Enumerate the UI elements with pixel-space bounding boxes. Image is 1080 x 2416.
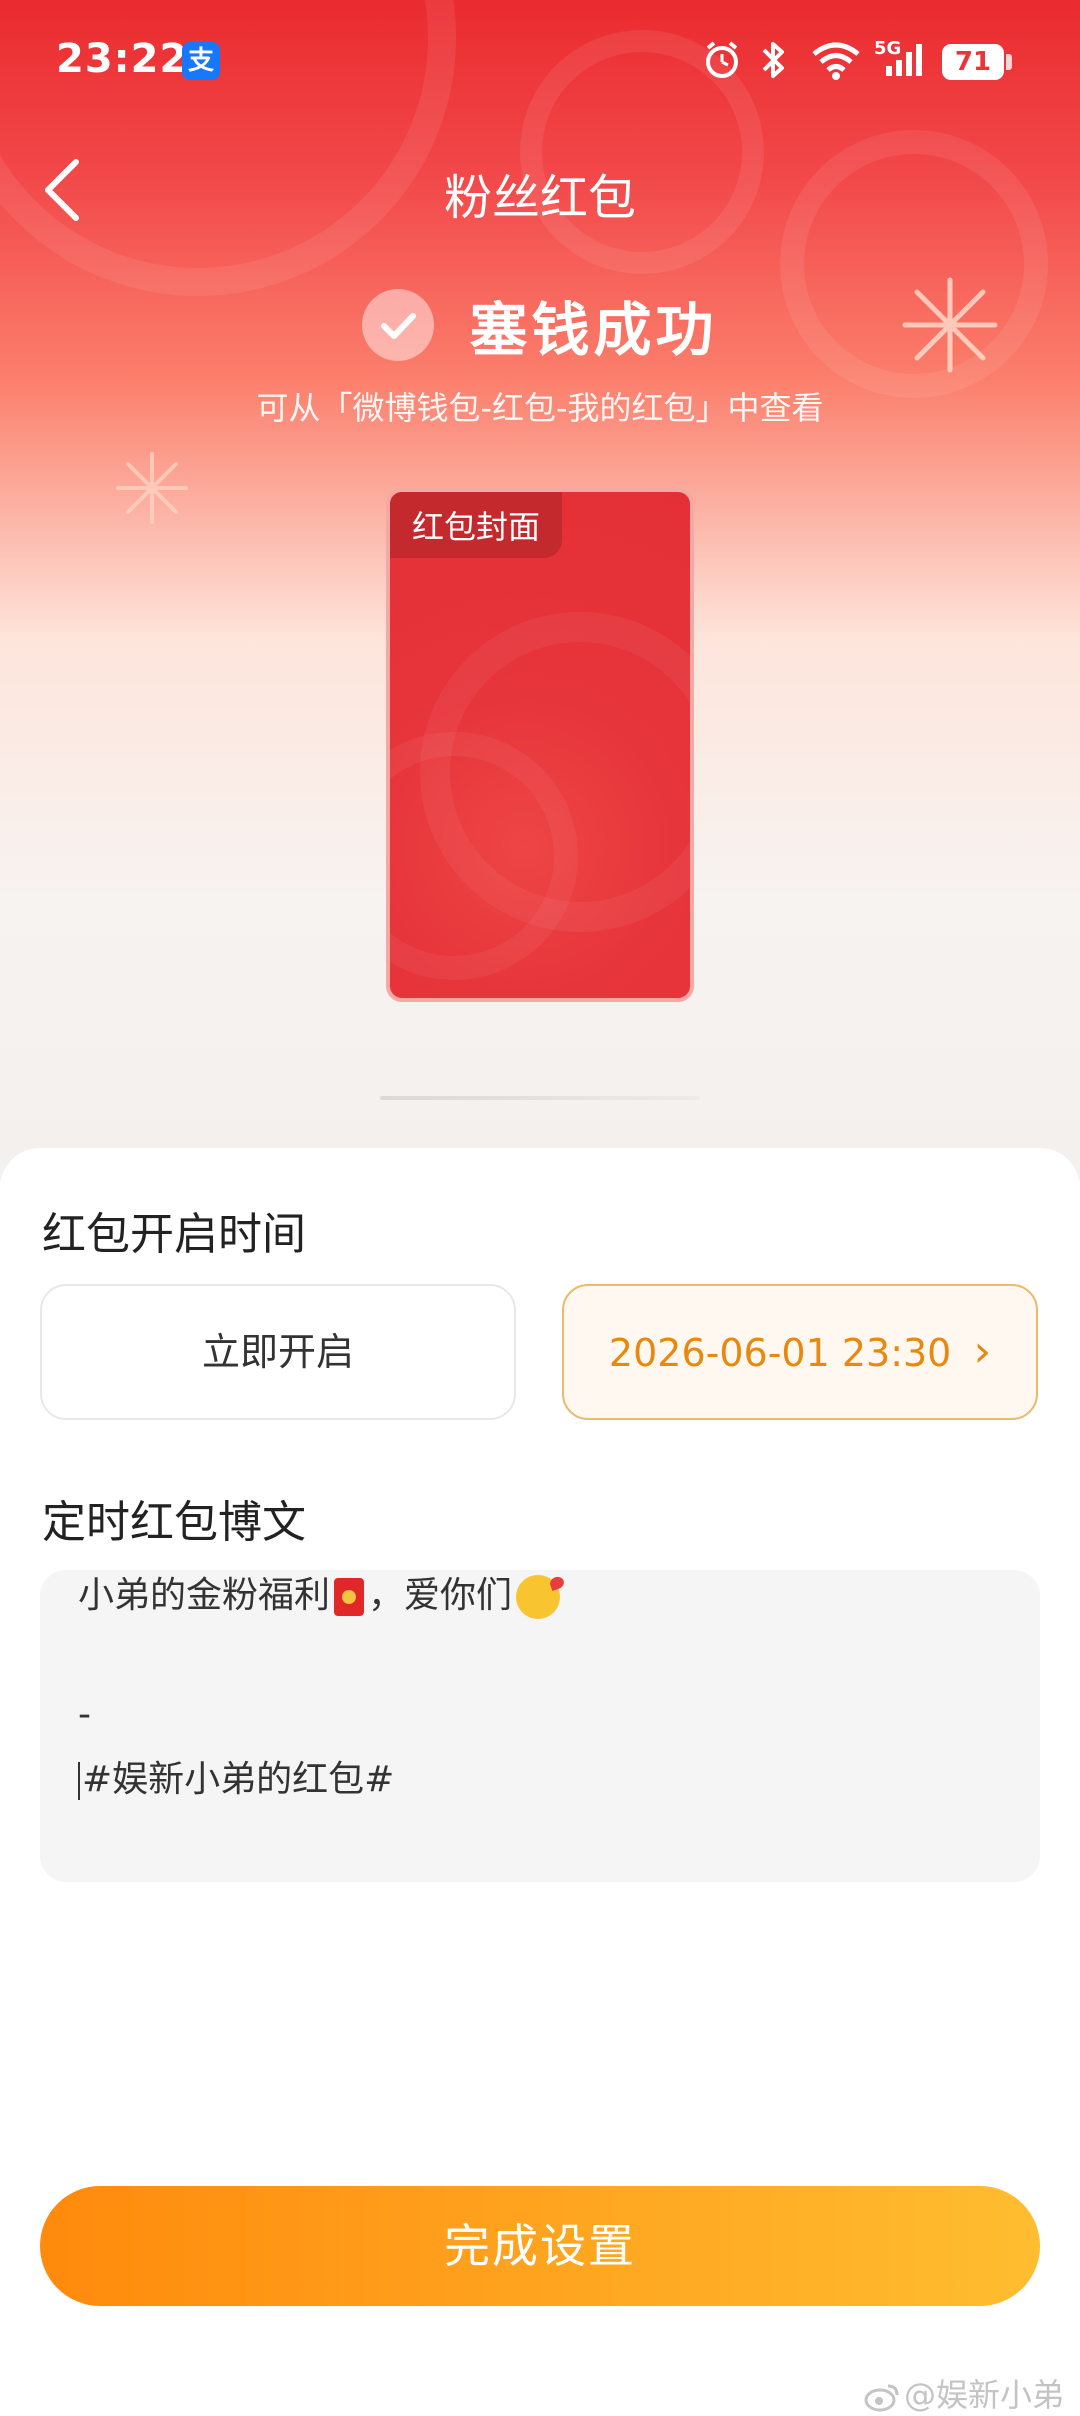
- alarm-icon: [706, 41, 738, 78]
- open-now-option[interactable]: 立即开启: [40, 1284, 516, 1420]
- success-subtitle: 可从「微博钱包-红包-我的红包」中查看: [256, 389, 824, 427]
- red-packet-cover[interactable]: 红包封面: [386, 488, 694, 1002]
- success-header: 塞钱成功: [0, 283, 1080, 367]
- kiss-emoji-icon: [516, 1575, 561, 1619]
- post-textarea[interactable]: 小弟的金粉福利 ，爱你们 - #娱新小弟的红包#: [40, 1570, 1040, 1882]
- check-circle-icon: [362, 289, 435, 361]
- done-button[interactable]: 完成设置: [40, 2186, 1040, 2306]
- signal-icon: [886, 44, 922, 76]
- scheduled-time-value: 2026-06-01 23:30: [608, 1331, 952, 1375]
- post-line: -: [78, 1694, 91, 1735]
- post-heading: 定时红包博文: [42, 1497, 306, 1548]
- open-time-heading: 红包开启时间: [42, 1209, 306, 1260]
- post-text: 小弟的金粉福利: [78, 1575, 331, 1616]
- weibo-logo-icon: [864, 2384, 899, 2412]
- red-envelope-emoji-icon: [334, 1578, 365, 1616]
- status-time: 23:22: [56, 36, 189, 82]
- battery-icon: [1006, 54, 1012, 70]
- weibo-watermark: @娱新小弟: [864, 2370, 1064, 2416]
- post-line: #娱新小弟的红包#: [78, 1750, 394, 1802]
- battery-level: 71: [942, 44, 1004, 80]
- scheduled-time-option[interactable]: 2026-06-01 23:30 ›: [562, 1284, 1038, 1420]
- post-hashtag: #娱新小弟的红包#: [82, 1759, 395, 1800]
- success-title: 塞钱成功: [469, 296, 718, 364]
- watermark-text: @娱新小弟: [903, 2376, 1064, 2414]
- wifi-icon: [812, 42, 860, 80]
- firework-decoration: [116, 452, 188, 524]
- carousel-indicator: [380, 1096, 700, 1100]
- post-line: 小弟的金粉福利 ，爱你们: [78, 1566, 561, 1619]
- text-cursor: [78, 1762, 80, 1800]
- bluetooth-icon: [762, 42, 784, 78]
- status-bar: 23:22 支 5G 71: [0, 0, 1080, 120]
- alipay-notification-icon: 支: [182, 42, 220, 80]
- cover-tag: 红包封面: [390, 492, 563, 558]
- post-text: ，爱你们: [368, 1575, 513, 1616]
- chevron-right-icon: ›: [973, 1326, 992, 1377]
- page-title: 粉丝红包: [443, 170, 636, 226]
